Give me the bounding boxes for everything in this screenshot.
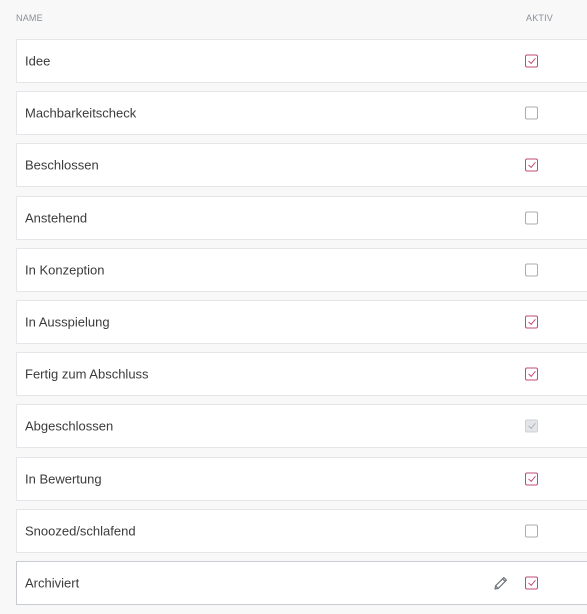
status-row-archiviert[interactable]: Archiviert <box>16 560 587 605</box>
status-label: Idee <box>25 53 51 69</box>
status-label: In Konzeption <box>25 262 105 278</box>
status-row-in-konzeption[interactable]: In Konzeption <box>16 247 587 292</box>
status-label: Fertig zum Abschluss <box>25 366 149 382</box>
active-checkbox[interactable] <box>525 472 538 485</box>
active-checkbox <box>525 419 538 433</box>
active-checkbox[interactable] <box>525 211 538 225</box>
status-row-in-bewertung[interactable]: In Bewertung <box>16 456 587 501</box>
status-list: Idee Machbarkeitscheck Beschlossen Anste… <box>16 39 587 613</box>
column-header-active: AKTIV <box>526 13 554 23</box>
column-header-name: NAME <box>16 13 43 23</box>
table-header: NAME AKTIV <box>0 0 587 36</box>
status-row-idee[interactable]: Idee <box>16 39 587 83</box>
status-row-fertig-zum-abschluss[interactable]: Fertig zum Abschluss <box>16 352 587 397</box>
active-checkbox[interactable] <box>525 367 538 381</box>
active-checkbox[interactable] <box>525 106 538 120</box>
status-label: In Bewertung <box>25 471 102 486</box>
active-checkbox[interactable] <box>525 158 538 172</box>
status-label: Anstehend <box>25 210 88 226</box>
active-checkbox[interactable] <box>525 576 538 590</box>
status-row-anstehend[interactable]: Anstehend <box>16 195 587 240</box>
status-row-beschlossen[interactable]: Beschlossen <box>16 143 587 188</box>
active-checkbox[interactable] <box>525 54 538 68</box>
status-label: Abgeschlossen <box>25 418 114 434</box>
status-label: Beschlossen <box>25 157 99 173</box>
status-label: Snoozed/schlafend <box>25 523 136 539</box>
status-row-in-ausspielung[interactable]: In Ausspielung <box>16 299 587 344</box>
status-label: Machbarkeitscheck <box>25 105 137 121</box>
active-checkbox[interactable] <box>525 315 538 329</box>
status-row-abgeschlossen[interactable]: Abgeschlossen <box>16 404 587 449</box>
status-row-snoozed-schlafend[interactable]: Snoozed/schlafend <box>16 508 587 553</box>
active-checkbox[interactable] <box>525 263 538 277</box>
active-checkbox[interactable] <box>525 524 538 538</box>
pencil-icon[interactable] <box>492 574 510 592</box>
status-row-machbarkeitscheck[interactable]: Machbarkeitscheck <box>16 91 587 136</box>
status-label: Archiviert <box>25 575 80 591</box>
status-label: In Ausspielung <box>25 314 110 330</box>
